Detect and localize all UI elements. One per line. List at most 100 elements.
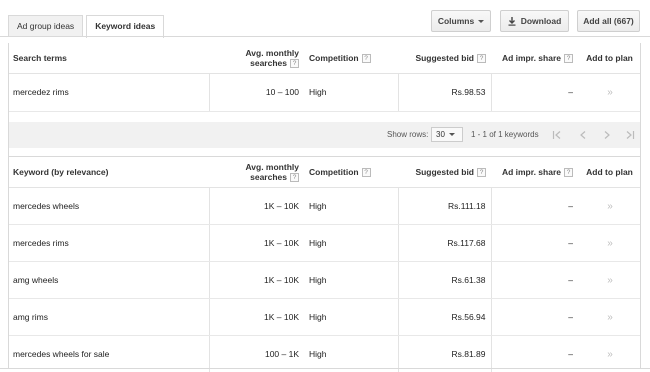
col-header-avg-searches: Avg. monthly searches? bbox=[209, 156, 304, 188]
table-row: mercedez rims 10 – 100 High Rs.98.53 – » bbox=[8, 73, 641, 112]
competition-cell: High bbox=[304, 224, 398, 262]
avg-searches-line2: searches bbox=[250, 57, 287, 68]
avg-searches-line1: Avg. monthly bbox=[245, 47, 299, 58]
add-to-plan-cell: » bbox=[578, 335, 641, 372]
add-to-plan-cell: » bbox=[578, 224, 641, 262]
col-header-add-to-plan: Add to plan bbox=[578, 156, 641, 188]
competition-header-label: Competition bbox=[309, 166, 359, 177]
table-header-row: Search terms Avg. monthly searches? Comp… bbox=[8, 43, 641, 74]
add-to-plan-cell: » bbox=[578, 187, 641, 225]
ad-impr-share-cell: – bbox=[490, 335, 578, 372]
help-icon[interactable]: ? bbox=[564, 168, 573, 178]
table-row: amg rims 1K – 10K High Rs.56.94 – » bbox=[8, 298, 641, 336]
searches-cell: 1K – 10K bbox=[208, 298, 304, 336]
columns-label: Columns bbox=[437, 16, 475, 26]
tab-ad-group-ideas[interactable]: Ad group ideas bbox=[8, 15, 84, 37]
help-icon[interactable]: ? bbox=[290, 173, 299, 183]
ad-impr-share-header-label: Ad impr. share bbox=[501, 52, 561, 63]
help-icon[interactable]: ? bbox=[361, 53, 371, 63]
add-to-plan-icon[interactable]: » bbox=[607, 238, 612, 249]
table-row: mercedes wheels for sale 100 – 1K High R… bbox=[8, 335, 641, 372]
ad-impr-share-cell: – bbox=[490, 298, 578, 336]
keyword-cell: mercedes rims bbox=[8, 224, 209, 262]
bid-cell: Rs.98.53 bbox=[397, 73, 491, 112]
ad-impr-share-header-label: Ad impr. share bbox=[501, 166, 561, 177]
download-label: Download bbox=[520, 16, 562, 26]
searches-cell: 100 – 1K bbox=[208, 335, 304, 372]
add-to-plan-cell: » bbox=[578, 298, 641, 336]
add-to-plan-icon[interactable]: » bbox=[607, 87, 612, 98]
keyword-ideas-table: Keyword (by relevance) Avg. monthly sear… bbox=[8, 156, 641, 372]
download-button[interactable]: Download bbox=[500, 10, 569, 32]
col-header-competition: Competition? bbox=[304, 156, 398, 188]
ad-impr-share-cell: – bbox=[490, 73, 578, 112]
next-page-icon[interactable] bbox=[602, 130, 612, 140]
col-header-avg-searches: Avg. monthly searches? bbox=[209, 43, 304, 74]
searches-cell: 1K – 10K bbox=[208, 224, 304, 262]
add-all-button[interactable]: Add all (667) bbox=[577, 10, 640, 32]
add-to-plan-cell: » bbox=[578, 73, 641, 112]
searches-cell: 10 – 100 bbox=[208, 73, 304, 112]
first-page-icon[interactable] bbox=[552, 130, 562, 140]
col-header-add-to-plan: Add to plan bbox=[578, 43, 641, 74]
competition-cell: High bbox=[304, 261, 398, 299]
col-header-suggested-bid: Suggested bid? bbox=[398, 156, 491, 188]
last-page-icon[interactable] bbox=[625, 130, 635, 140]
tab-keyword-ideas[interactable]: Keyword ideas bbox=[86, 15, 165, 38]
col-header-ad-impr-share: Ad impr. share? bbox=[491, 156, 578, 188]
keyword-cell: amg rims bbox=[8, 298, 209, 336]
help-icon[interactable]: ? bbox=[290, 58, 299, 68]
help-icon[interactable]: ? bbox=[564, 53, 573, 63]
bottom-divider bbox=[0, 368, 650, 369]
add-to-plan-cell: » bbox=[578, 261, 641, 299]
competition-cell: High bbox=[304, 187, 398, 225]
add-to-plan-icon[interactable]: » bbox=[607, 349, 612, 360]
bid-cell: Rs.117.68 bbox=[397, 224, 491, 262]
bid-cell: Rs.111.18 bbox=[397, 187, 491, 225]
keyword-cell: amg wheels bbox=[8, 261, 209, 299]
bid-cell: Rs.61.38 bbox=[397, 261, 491, 299]
competition-cell: High bbox=[304, 335, 398, 372]
tab-divider bbox=[0, 36, 650, 37]
previous-page-icon[interactable] bbox=[578, 130, 588, 140]
help-icon[interactable]: ? bbox=[477, 53, 486, 63]
show-rows-label: Show rows: bbox=[387, 130, 429, 139]
columns-button[interactable]: Columns bbox=[431, 10, 491, 32]
download-icon bbox=[508, 17, 516, 26]
pagination-bar: Show rows: 30 1 - 1 of 1 keywords bbox=[8, 122, 641, 148]
competition-cell: High bbox=[304, 73, 398, 112]
avg-searches-line1: Avg. monthly bbox=[245, 161, 299, 172]
ad-impr-share-cell: – bbox=[490, 261, 578, 299]
bid-cell: Rs.56.94 bbox=[397, 298, 491, 336]
rows-per-page-value: 30 bbox=[436, 130, 445, 139]
search-terms-table: Search terms Avg. monthly searches? Comp… bbox=[8, 43, 641, 112]
col-header-search-terms: Search terms bbox=[8, 43, 209, 74]
ad-impr-share-cell: – bbox=[490, 224, 578, 262]
chevron-down-icon bbox=[448, 133, 455, 137]
keyword-cell: mercedez rims bbox=[8, 73, 209, 112]
keyword-cell: mercedes wheels for sale bbox=[8, 335, 209, 372]
add-to-plan-icon[interactable]: » bbox=[607, 312, 612, 323]
pagination-range: 1 - 1 of 1 keywords bbox=[471, 130, 539, 139]
help-icon[interactable]: ? bbox=[477, 168, 486, 178]
competition-header-label: Competition bbox=[309, 52, 359, 63]
ad-impr-share-cell: – bbox=[490, 187, 578, 225]
suggested-bid-header-label: Suggested bid bbox=[415, 166, 474, 177]
col-header-keyword: Keyword (by relevance) bbox=[8, 156, 209, 188]
chevron-down-icon bbox=[478, 20, 485, 24]
help-icon[interactable]: ? bbox=[361, 168, 371, 178]
keyword-cell: mercedes wheels bbox=[8, 187, 209, 225]
table-row: mercedes wheels 1K – 10K High Rs.111.18 … bbox=[8, 187, 641, 225]
add-to-plan-icon[interactable]: » bbox=[607, 201, 612, 212]
tab-bar: Ad group ideas Keyword ideas bbox=[8, 15, 167, 38]
competition-cell: High bbox=[304, 298, 398, 336]
rows-per-page-select[interactable]: 30 bbox=[431, 127, 463, 142]
suggested-bid-header-label: Suggested bid bbox=[415, 52, 474, 63]
table-row: mercedes rims 1K – 10K High Rs.117.68 – … bbox=[8, 224, 641, 262]
add-to-plan-icon[interactable]: » bbox=[607, 275, 612, 286]
col-header-competition: Competition? bbox=[304, 43, 398, 74]
col-header-suggested-bid: Suggested bid? bbox=[398, 43, 491, 74]
table-row: amg wheels 1K – 10K High Rs.61.38 – » bbox=[8, 261, 641, 299]
searches-cell: 1K – 10K bbox=[208, 187, 304, 225]
avg-searches-line2: searches bbox=[250, 171, 287, 182]
